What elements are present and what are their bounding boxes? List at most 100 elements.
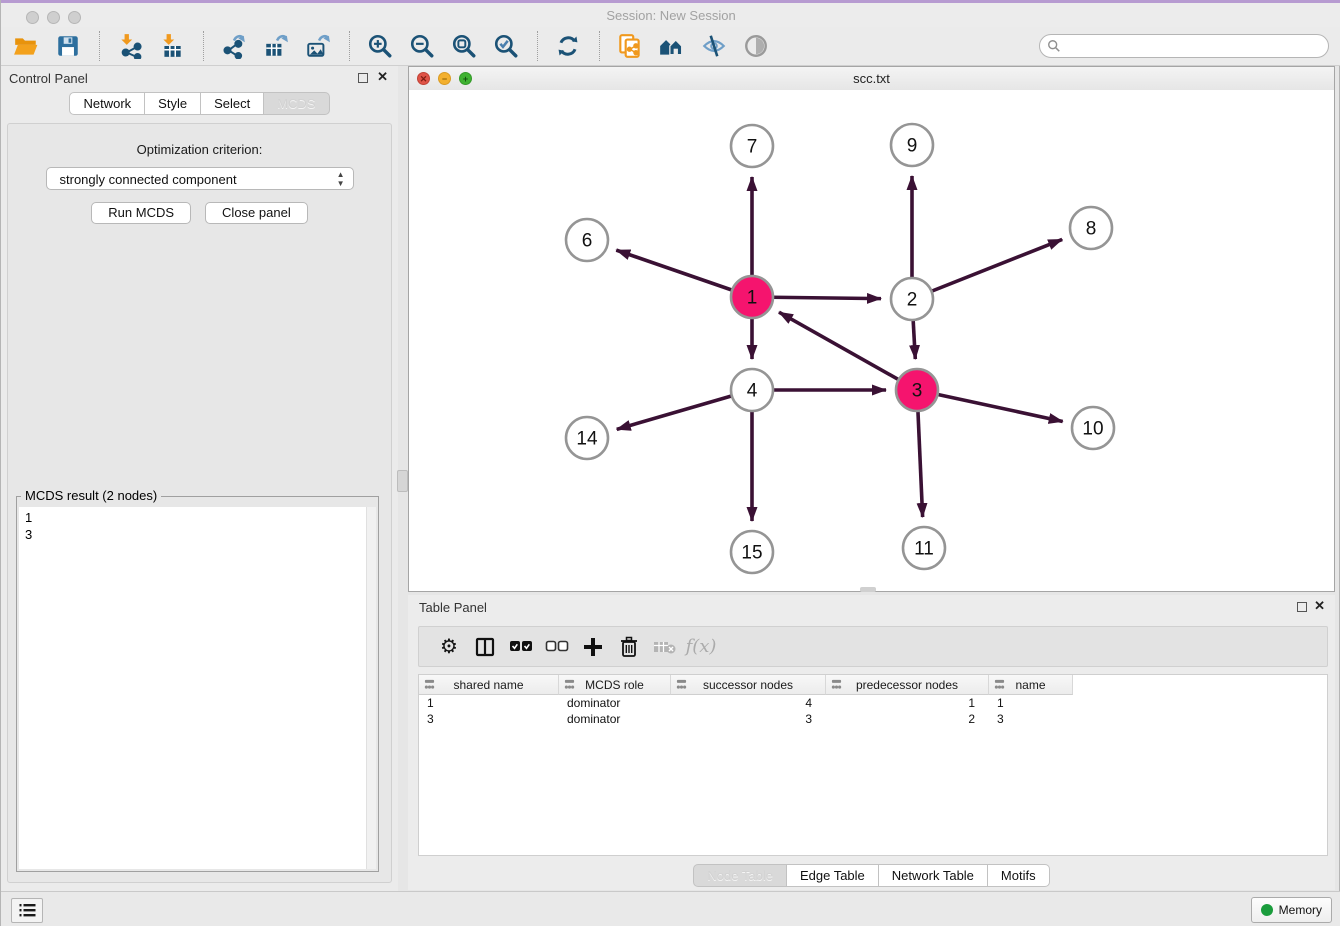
close-table-panel-icon[interactable]: ✕	[1314, 599, 1325, 613]
memory-button[interactable]: Memory	[1251, 897, 1332, 923]
graph-edge-3-1[interactable]	[779, 312, 917, 390]
task-history-button[interactable]	[11, 898, 43, 923]
function-builder-icon: f(x)	[683, 634, 719, 660]
select-all-columns-icon[interactable]	[503, 634, 539, 660]
svg-text:1: 1	[747, 288, 758, 309]
graph-node-4[interactable]: 4	[731, 369, 773, 411]
tab-node-table[interactable]: Node Table	[693, 864, 787, 887]
panel-splitter-handle[interactable]	[397, 470, 408, 492]
deselect-all-columns-icon[interactable]	[539, 634, 575, 660]
column-header-MCDS-role[interactable]: MCDS role	[559, 675, 671, 695]
tab-network-table[interactable]: Network Table	[879, 864, 988, 887]
svg-text:11: 11	[914, 539, 934, 560]
show-view-eye-icon[interactable]	[741, 32, 771, 60]
tab-select[interactable]: Select	[201, 92, 264, 115]
show-columns-icon[interactable]	[467, 634, 503, 660]
tab-edge-table[interactable]: Edge Table	[787, 864, 879, 887]
table-cell: 1	[989, 695, 1073, 711]
toolbar-separator	[99, 31, 101, 61]
criterion-select[interactable]: strongly connected component ▲▼	[46, 167, 354, 190]
zoom-fit-icon[interactable]	[449, 32, 479, 60]
network-graph-svg: 1 2 3 4 6 7 8 9 10 11 14 15	[409, 90, 1334, 591]
zoom-in-icon[interactable]	[365, 32, 395, 60]
tab-motifs[interactable]: Motifs	[988, 864, 1050, 887]
home-networks-icon[interactable]	[657, 32, 687, 60]
graph-edge-3-10[interactable]	[917, 390, 1063, 421]
close-panel-button[interactable]: Close panel	[205, 202, 308, 224]
svg-text:4: 4	[747, 381, 758, 402]
table-cell: 2	[826, 711, 989, 727]
graph-node-15[interactable]: 15	[731, 531, 773, 573]
mcds-result-title: MCDS result (2 nodes)	[21, 488, 161, 503]
column-header-successor-nodes[interactable]: successor nodes	[671, 675, 826, 695]
zoom-selected-icon[interactable]	[491, 32, 521, 60]
column-header-predecessor-nodes[interactable]: predecessor nodes	[826, 675, 989, 695]
import-network-icon[interactable]	[115, 32, 145, 60]
graph-node-8[interactable]: 8	[1070, 207, 1112, 249]
table-cell: 3	[419, 711, 559, 727]
float-table-panel-icon[interactable]	[1297, 602, 1307, 612]
tab-mcds[interactable]: MCDS	[264, 92, 329, 115]
control-panel: Control Panel ✕ NetworkStyleSelectMCDS O…	[1, 66, 398, 891]
column-header-name[interactable]: name	[989, 675, 1073, 695]
open-session-icon[interactable]	[11, 32, 41, 60]
graph-node-9[interactable]: 9	[891, 124, 933, 166]
network-canvas[interactable]: 1 2 3 4 6 7 8 9 10 11 14 15	[409, 90, 1334, 591]
column-header-shared-name[interactable]: shared name	[419, 675, 559, 695]
tab-style[interactable]: Style	[145, 92, 201, 115]
hierarchy-icon	[564, 679, 575, 693]
mcds-result-group: MCDS result (2 nodes) 1 3	[16, 496, 379, 872]
table-cell: 3	[989, 711, 1073, 727]
refresh-icon[interactable]	[553, 32, 583, 60]
hierarchy-icon	[994, 679, 1005, 693]
list-icon	[19, 903, 36, 918]
mcds-result-area[interactable]: 1 3	[19, 507, 376, 869]
svg-text:10: 10	[1082, 419, 1103, 440]
zoom-out-icon[interactable]	[407, 32, 437, 60]
graph-node-14[interactable]: 14	[566, 417, 608, 459]
run-mcds-button[interactable]: Run MCDS	[91, 202, 191, 224]
graph-node-1[interactable]: 1	[731, 276, 773, 318]
node-table[interactable]: shared nameMCDS rolesuccessor nodesprede…	[418, 674, 1328, 856]
save-session-icon[interactable]	[53, 32, 83, 60]
hide-graphics-details-icon[interactable]	[699, 32, 729, 60]
import-table-icon[interactable]	[157, 32, 187, 60]
table-body: 1dominator4113dominator323	[419, 695, 1327, 727]
export-image-icon[interactable]	[303, 32, 333, 60]
create-column-plus-icon[interactable]	[575, 634, 611, 660]
svg-text:7: 7	[747, 137, 758, 158]
session-title: Session: New Session	[1, 8, 1340, 23]
float-panel-icon[interactable]	[358, 73, 368, 83]
graph-node-11[interactable]: 11	[903, 527, 945, 569]
result-scrollbar[interactable]	[366, 507, 376, 869]
table-cell: 3	[671, 711, 826, 727]
search-input[interactable]	[1065, 36, 1328, 56]
search-field[interactable]	[1039, 34, 1329, 58]
table-row[interactable]: 3dominator323	[419, 711, 1327, 727]
graph-node-10[interactable]: 10	[1072, 407, 1114, 449]
table-row[interactable]: 1dominator411	[419, 695, 1327, 711]
delete-column-trash-icon[interactable]	[611, 634, 647, 660]
table-cell: dominator	[559, 695, 671, 711]
duplicate-network-icon[interactable]	[615, 32, 645, 60]
tab-network[interactable]: Network	[69, 92, 145, 115]
graph-node-2[interactable]: 2	[891, 278, 933, 320]
export-table-icon[interactable]	[261, 32, 291, 60]
criterion-value: strongly connected component	[60, 172, 237, 187]
close-panel-icon[interactable]: ✕	[377, 70, 388, 84]
control-panel-title: Control Panel	[9, 71, 88, 86]
table-panel-title: Table Panel	[419, 600, 487, 615]
control-panel-header: Control Panel ✕	[1, 66, 398, 92]
export-network-icon[interactable]	[219, 32, 249, 60]
svg-text:3: 3	[912, 381, 923, 402]
table-settings-gear-icon[interactable]: ⚙	[431, 634, 467, 660]
graph-node-7[interactable]: 7	[731, 125, 773, 167]
svg-text:2: 2	[907, 290, 918, 311]
network-window-titlebar: ✕ − + scc.txt	[409, 67, 1334, 91]
svg-text:9: 9	[907, 136, 918, 157]
canvas-splitter-handle[interactable]	[860, 587, 876, 592]
graph-edge-2-8[interactable]	[912, 239, 1062, 299]
toolbar-separator	[203, 31, 205, 61]
graph-node-6[interactable]: 6	[566, 219, 608, 261]
graph-node-3[interactable]: 3	[896, 369, 938, 411]
